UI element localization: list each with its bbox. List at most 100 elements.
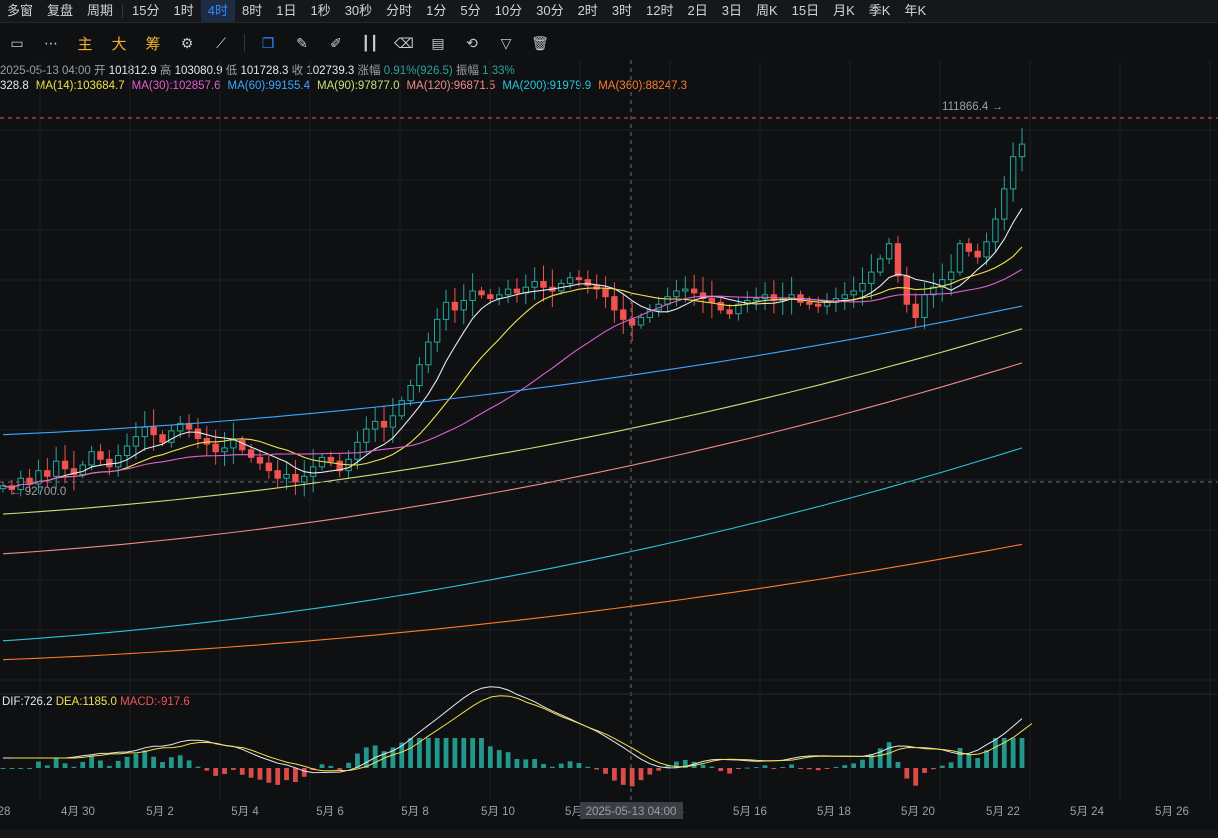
candle-body	[274, 470, 281, 479]
dif-value: DIF:726.2	[2, 696, 53, 708]
macd-histogram-bar	[514, 758, 520, 768]
candle-body	[877, 258, 884, 273]
candle-body	[806, 301, 813, 305]
indicator-tabs-strip	[0, 830, 1218, 838]
macd-histogram-bar	[18, 768, 24, 769]
candle-body	[398, 400, 405, 417]
candle-body	[433, 318, 441, 343]
macd-histogram-bar	[115, 760, 121, 768]
candle-body	[947, 271, 955, 281]
candle-body	[61, 460, 69, 470]
candle-body	[602, 288, 609, 298]
candle-body	[371, 420, 379, 430]
x-axis-tick-label: 5月 22	[986, 806, 1020, 818]
macd-histogram-bar	[36, 761, 41, 768]
macd-histogram-bar	[487, 746, 493, 768]
macd-histogram-bar	[966, 754, 972, 768]
high-price-annotation: 111866.4 →	[942, 101, 1003, 113]
x-axis-tick-label: 4月 30	[61, 806, 95, 818]
macd-histogram-bar	[133, 753, 139, 768]
macd-histogram-bar	[744, 767, 750, 769]
macd-legend: DIF:726.2 DEA:1185.0 MACD:-917.6	[2, 696, 190, 708]
macd-histogram-bar	[930, 768, 936, 770]
macd-histogram-bar	[470, 738, 476, 768]
macd-histogram-bar	[328, 765, 334, 768]
x-axis-tick-label: 5月 6	[316, 806, 344, 818]
candle-body	[52, 460, 60, 477]
candle-body	[256, 456, 264, 464]
macd-histogram-bar	[222, 768, 227, 775]
candle-body	[611, 296, 618, 311]
macd-histogram-bar	[993, 738, 998, 768]
x-axis-tick-label: 5月 8	[401, 806, 429, 818]
candle-body	[141, 426, 148, 438]
candle-body	[132, 436, 140, 447]
candle-body	[247, 449, 255, 458]
candle-body	[150, 426, 157, 436]
candle-body	[912, 303, 919, 318]
x-axis-tick-label: 28	[0, 806, 10, 818]
macd-histogram-bar	[798, 768, 803, 769]
candle-body	[761, 294, 769, 300]
macd-histogram-bar	[594, 768, 600, 770]
macd-histogram-bar	[789, 764, 795, 768]
macd-histogram-bar	[656, 768, 662, 771]
ma-90-line	[2, 328, 1023, 515]
candle-body	[620, 309, 627, 320]
dea-value: DEA:1185.0	[55, 696, 117, 708]
macd-histogram-bar	[629, 768, 635, 787]
macd-histogram-bar	[186, 760, 192, 768]
macd-histogram-bar	[479, 738, 484, 768]
macd-histogram-bar	[44, 765, 50, 768]
candle-body	[708, 298, 716, 303]
candle-body	[513, 288, 521, 294]
macd-histogram-bar	[851, 763, 857, 768]
candle-body	[974, 250, 981, 258]
macd-histogram-bar	[346, 762, 351, 768]
macd-histogram-bar	[452, 738, 458, 768]
macd-histogram-bar	[160, 762, 165, 768]
macd-histogram-bar	[195, 766, 201, 768]
macd-histogram-bar	[1019, 738, 1025, 768]
macd-histogram-bar	[168, 757, 174, 768]
candle-body	[726, 309, 733, 315]
macd-histogram-bar	[337, 768, 343, 770]
macd-histogram-bar	[408, 738, 413, 768]
price-chart[interactable]: 111866.4 → ← 92700.0 28 4月 30 5月 2 5月 4 5月 6 5月…	[0, 0, 1218, 838]
candle-body	[380, 420, 388, 428]
macd-histogram-bar	[806, 768, 812, 770]
macd-histogram-bar	[762, 765, 768, 768]
macd-histogram-bar	[151, 756, 157, 768]
macd-histogram-bar	[293, 768, 298, 782]
macd-histogram-bar	[718, 768, 724, 772]
candle-body	[425, 341, 432, 366]
candle-body	[575, 277, 583, 281]
candle-body	[44, 470, 51, 477]
candle-body	[682, 288, 689, 292]
candle-body	[478, 290, 485, 296]
macd-histogram-bar	[612, 768, 617, 781]
macd-histogram-bar	[27, 768, 32, 769]
ma-7-line	[2, 208, 1023, 489]
macd-histogram-bar	[727, 768, 732, 774]
macd-histogram-bar	[603, 768, 608, 774]
macd-histogram-bar	[700, 764, 706, 768]
macd-histogram-bar	[301, 768, 307, 777]
candle-body	[868, 271, 875, 284]
x-axis-tick-label: 5月 16	[733, 806, 767, 818]
macd-histogram-bar	[780, 766, 786, 768]
candle-body	[859, 282, 866, 292]
x-axis-tick-label: 5月 10	[481, 806, 515, 818]
candle-body	[212, 443, 219, 453]
candle-body	[469, 290, 476, 301]
macd-histogram-bar	[505, 752, 511, 768]
candle-body	[230, 439, 237, 449]
macd-histogram-bar	[443, 738, 449, 768]
macd-histogram-bar	[0, 768, 6, 769]
candle-body	[301, 475, 308, 483]
macd-histogram-bar	[558, 763, 564, 768]
macd-histogram-bar	[204, 768, 210, 771]
macd-histogram-bar	[842, 765, 848, 768]
macd-value: MACD:-917.6	[120, 696, 190, 708]
candle-body	[309, 466, 317, 477]
